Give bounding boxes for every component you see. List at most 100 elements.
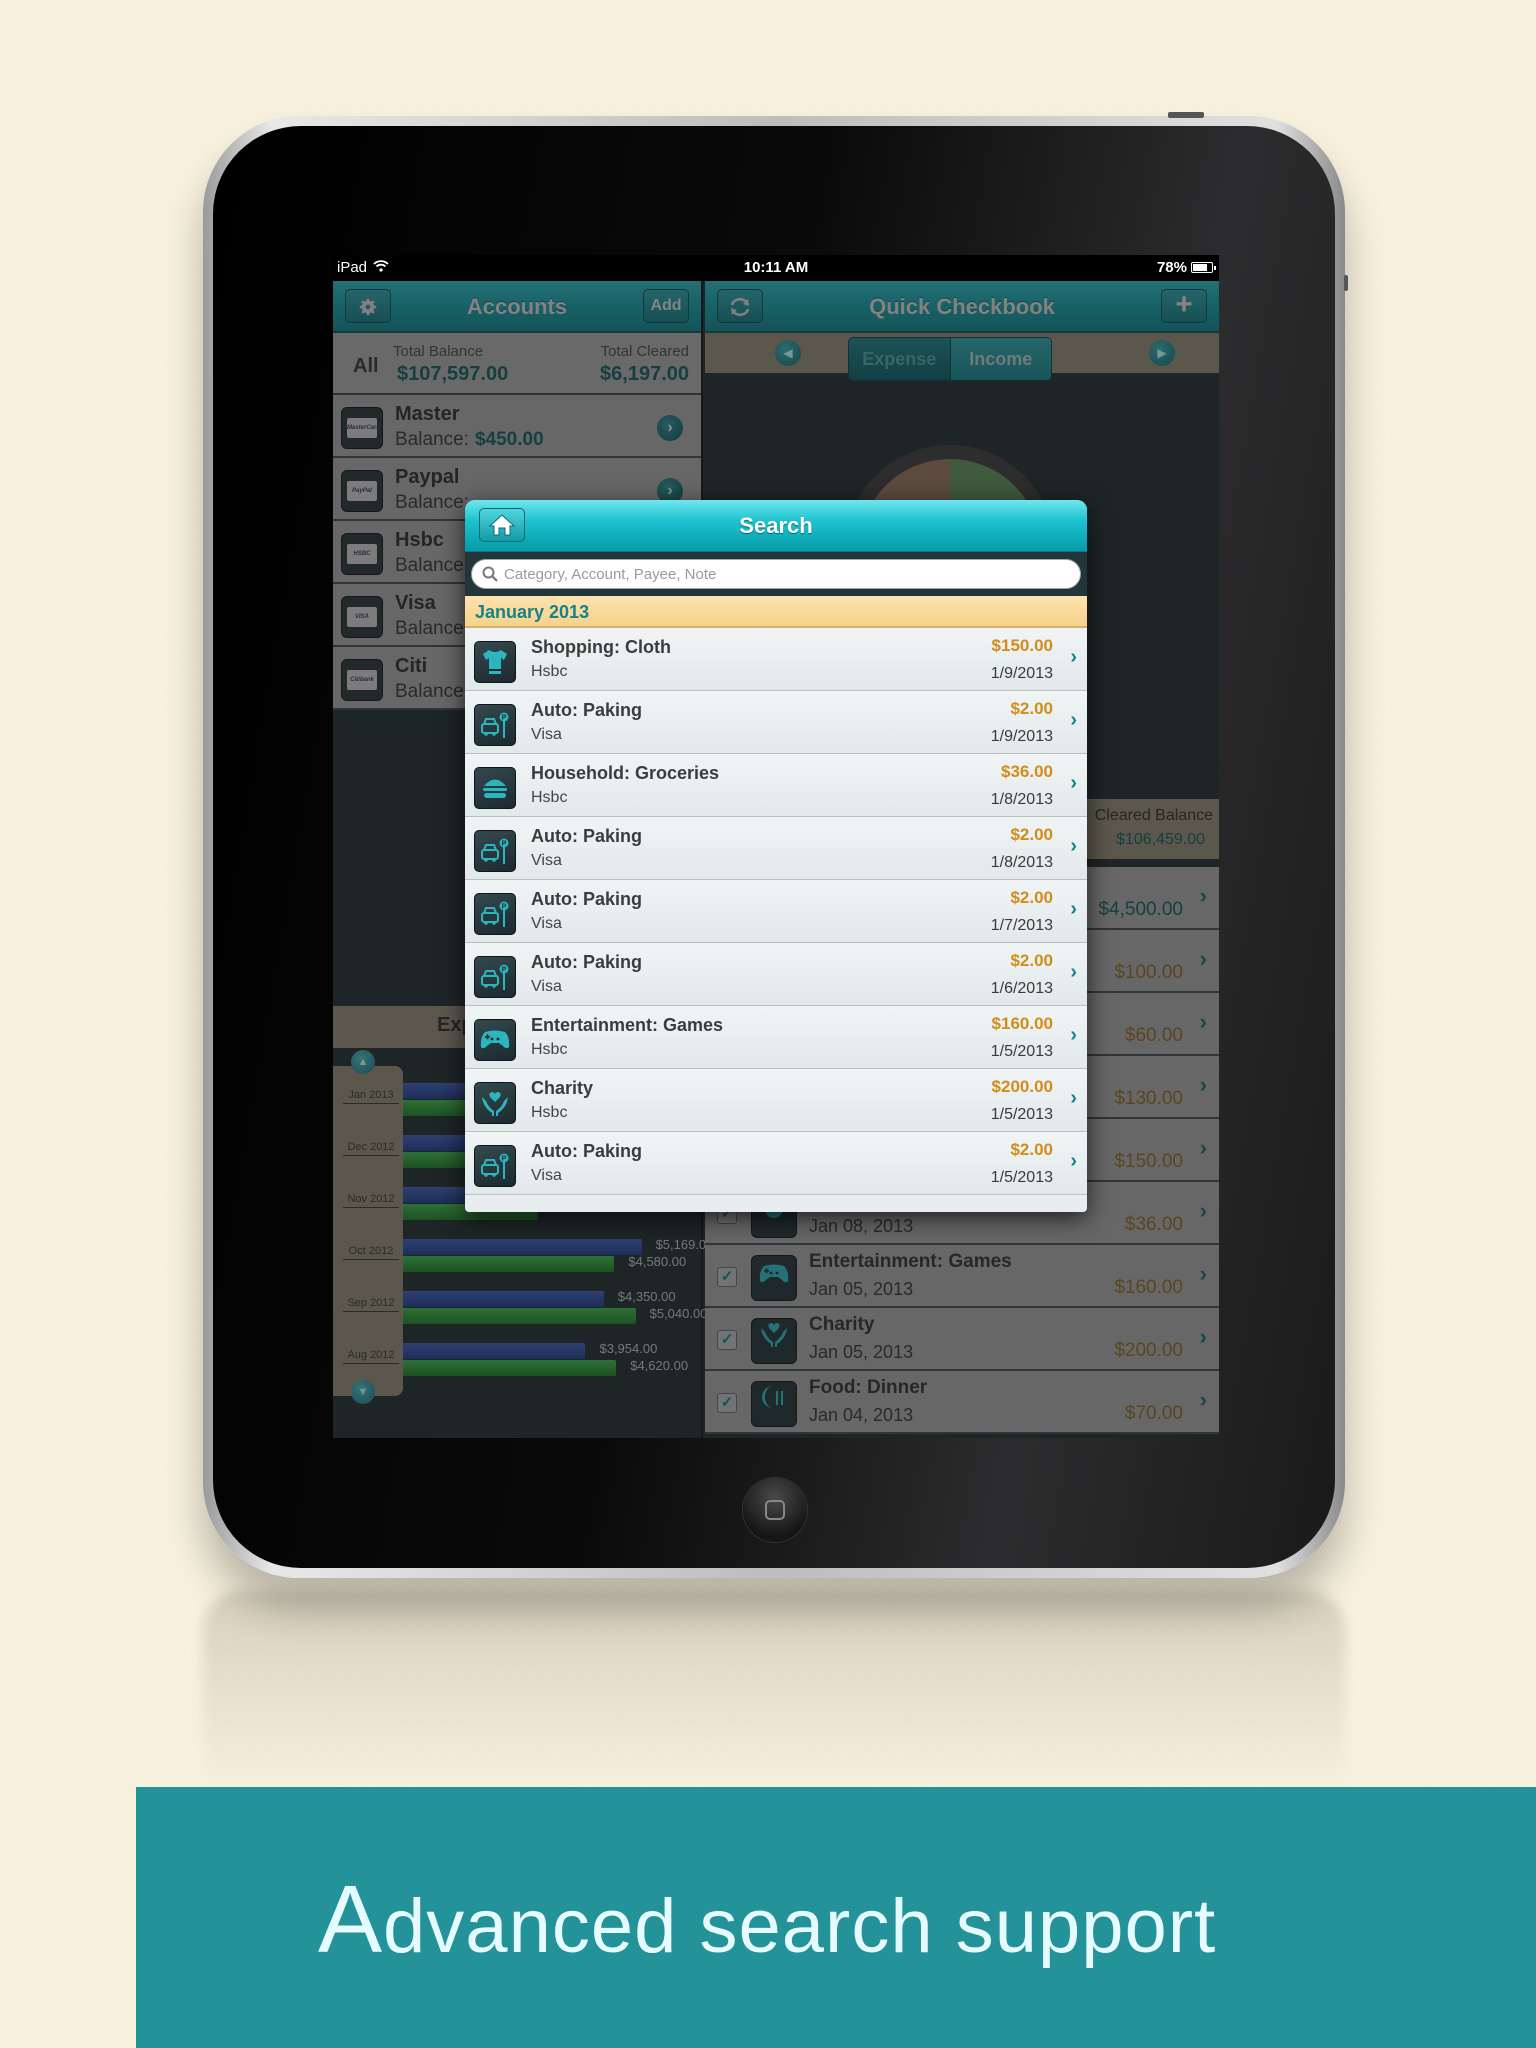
account-name: Master xyxy=(395,403,460,425)
segment-expense[interactable]: Expense xyxy=(849,338,950,380)
chevron-right-icon[interactable]: › xyxy=(1200,1135,1207,1161)
search-result-row[interactable]: Entertainment: Games Hsbc $160.00 1/5/2013 › xyxy=(465,1006,1087,1069)
result-account: Hsbc xyxy=(531,1041,568,1058)
chevron-right-icon[interactable]: › xyxy=(1200,883,1207,909)
account-name: Visa xyxy=(395,592,436,614)
status-time: 10:11 AM xyxy=(743,259,809,276)
account-row-master[interactable]: MasterCard Master Balance: $450.00 › xyxy=(333,395,701,458)
expense-income-toggle: Expense Income xyxy=(848,337,1052,381)
chevron-right-icon[interactable]: › xyxy=(1070,1087,1077,1110)
search-result-row[interactable]: P Auto: Paking Visa $2.00 1/5/2013 › xyxy=(465,1132,1087,1195)
result-category: Charity xyxy=(531,1078,594,1098)
caption-banner: Advanced search support xyxy=(136,1787,1536,2048)
chevron-right-icon[interactable]: › xyxy=(1070,835,1077,858)
search-input[interactable] xyxy=(504,565,1080,583)
caption-text: Advanced search support xyxy=(318,1865,1216,1975)
month-label[interactable]: Nov 2012 xyxy=(343,1193,399,1208)
transaction-row[interactable]: ✓ Charity Jan 05, 2013 $200.00 › xyxy=(705,1308,1219,1371)
result-date: 1/5/2013 xyxy=(990,1043,1053,1060)
caption-rest: dvanced search support xyxy=(383,1884,1217,1969)
income-value-label: $4,620.00 xyxy=(630,1358,689,1373)
total-cleared-label: Total Cleared xyxy=(600,343,689,360)
chevron-right-icon[interactable]: › xyxy=(1200,1387,1207,1413)
chevron-right-icon[interactable]: › xyxy=(1200,1324,1207,1350)
account-balance: Balance: xyxy=(395,492,475,514)
battery-percent: 78% xyxy=(1156,259,1187,276)
account-balance: Balance: xyxy=(395,555,475,577)
cleared-checkbox[interactable]: ✓ xyxy=(717,1393,737,1413)
result-account: Hsbc xyxy=(531,789,568,806)
status-bar: iPad 10:11 AM 78% xyxy=(333,255,1219,281)
svg-text:P: P xyxy=(502,1156,507,1163)
svg-text:P: P xyxy=(502,715,507,722)
card-brand: VISA xyxy=(347,607,377,627)
account-name: Paypal xyxy=(395,466,460,488)
parking-icon: P xyxy=(474,893,516,935)
home-button[interactable] xyxy=(743,1478,807,1542)
account-detail-chevron-icon[interactable]: › xyxy=(657,415,683,441)
expense-bar xyxy=(403,1343,586,1359)
card-brand: PayPal xyxy=(347,481,377,501)
citibank-card-icon: Citibank xyxy=(341,659,383,701)
scroll-down-arrow-icon[interactable]: ▼ xyxy=(351,1380,375,1404)
caption-first-letter: A xyxy=(318,1866,384,1973)
transaction-row[interactable]: ✓ Food: Dinner Jan 04, 2013 $70.00 › xyxy=(705,1371,1219,1434)
month-label[interactable]: Aug 2012 xyxy=(343,1349,399,1364)
transaction-amount: $60.00 xyxy=(1124,1025,1183,1046)
chevron-right-icon[interactable]: › xyxy=(1200,1009,1207,1035)
result-category: Shopping: Cloth xyxy=(531,637,671,657)
month-label[interactable]: Sep 2012 xyxy=(343,1297,399,1312)
burger-icon xyxy=(474,767,516,809)
transaction-amount: $130.00 xyxy=(1114,1088,1183,1109)
search-result-row[interactable]: P Auto: Paking Visa $2.00 1/9/2013 › xyxy=(465,691,1087,754)
search-result-row[interactable]: Household: Groceries Hsbc $36.00 1/8/2013 › xyxy=(465,754,1087,817)
search-result-row[interactable]: Shopping: Cloth Hsbc $150.00 1/9/2013 › xyxy=(465,628,1087,691)
chevron-right-icon[interactable]: › xyxy=(1070,898,1077,921)
month-label[interactable]: Oct 2012 xyxy=(343,1245,399,1260)
transaction-row[interactable]: ✓ Entertainment: Games Jan 05, 2013 $160.00… xyxy=(705,1245,1219,1308)
chevron-right-icon[interactable]: › xyxy=(1070,961,1077,984)
charity-icon xyxy=(474,1082,516,1124)
result-category: Auto: Paking xyxy=(531,1141,642,1161)
cleared-checkbox[interactable]: ✓ xyxy=(717,1330,737,1350)
chevron-right-icon[interactable]: › xyxy=(1070,709,1077,732)
chevron-right-icon[interactable]: › xyxy=(1200,1198,1207,1224)
next-month-button[interactable]: ▶ xyxy=(1149,340,1175,366)
cleared-checkbox[interactable]: ✓ xyxy=(717,1267,737,1287)
result-account: Visa xyxy=(531,978,562,995)
chevron-right-icon[interactable]: › xyxy=(1200,1072,1207,1098)
scroll-up-arrow-icon[interactable]: ▲ xyxy=(351,1050,375,1074)
chevron-right-icon[interactable]: › xyxy=(1070,772,1077,795)
chevron-right-icon[interactable]: › xyxy=(1070,1150,1077,1173)
account-totals[interactable]: All Total Balance $107,597.00 Total Clea… xyxy=(333,333,701,395)
segment-income[interactable]: Income xyxy=(949,338,1051,380)
chevron-right-icon[interactable]: › xyxy=(1070,646,1077,669)
result-category: Auto: Paking xyxy=(531,826,642,846)
add-account-button[interactable]: Add xyxy=(643,289,689,323)
search-title: Search xyxy=(739,513,813,538)
month-label[interactable]: Jan 2013 xyxy=(343,1089,399,1104)
transaction-date: Jan 08, 2013 xyxy=(809,1216,914,1236)
result-date: 1/7/2013 xyxy=(990,917,1053,934)
search-field[interactable] xyxy=(471,559,1081,589)
expense-bar xyxy=(403,1239,642,1255)
month-label[interactable]: Dec 2012 xyxy=(343,1141,399,1156)
add-transaction-button[interactable]: + xyxy=(1161,289,1207,323)
account-balance: Balance: xyxy=(395,681,475,703)
transaction-amount: $150.00 xyxy=(1114,1151,1183,1172)
result-amount: $200.00 xyxy=(991,1077,1053,1096)
search-result-row[interactable]: P Auto: Paking Visa $2.00 1/8/2013 › xyxy=(465,817,1087,880)
search-result-row[interactable]: Charity Hsbc $200.00 1/5/2013 › xyxy=(465,1069,1087,1132)
search-result-row[interactable]: P Auto: Paking Visa $2.00 1/6/2013 › xyxy=(465,943,1087,1006)
result-account: Visa xyxy=(531,915,562,932)
chevron-right-icon[interactable]: › xyxy=(1200,1261,1207,1287)
battery-icon xyxy=(1191,262,1216,273)
result-date: 1/9/2013 xyxy=(990,728,1053,745)
search-popover: Search January 2013 Shopping: Cloth Hsbc $… xyxy=(465,500,1087,1212)
search-results-list: Shopping: Cloth Hsbc $150.00 1/9/2013 › P Auto… xyxy=(465,628,1087,1195)
mastercard-card-icon: MasterCard xyxy=(341,407,383,449)
search-result-row[interactable]: P Auto: Paking Visa $2.00 1/7/2013 › xyxy=(465,880,1087,943)
transaction-date: Jan 05, 2013 xyxy=(809,1342,914,1362)
chevron-right-icon[interactable]: › xyxy=(1070,1024,1077,1047)
chevron-right-icon[interactable]: › xyxy=(1200,946,1207,972)
